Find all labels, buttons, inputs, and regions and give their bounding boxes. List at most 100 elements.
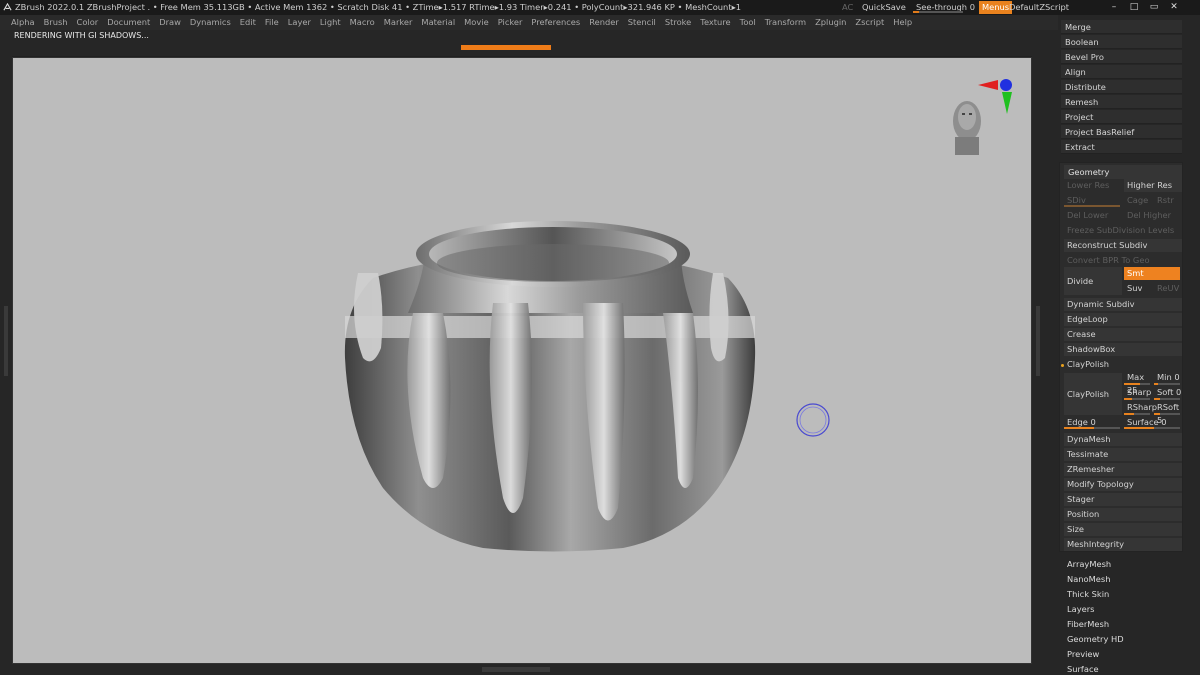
menu-movie[interactable]: Movie	[464, 15, 489, 30]
default-zscript-button[interactable]: DefaultZScript	[1009, 0, 1069, 15]
menu-render[interactable]: Render	[589, 15, 619, 30]
subpalette-nanomesh[interactable]: NanoMesh	[1067, 572, 1110, 586]
sharp-track[interactable]	[1124, 398, 1150, 400]
del-lower-button[interactable]: Del Lower	[1064, 209, 1122, 222]
dynamic-subdiv-button[interactable]: Dynamic Subdiv	[1064, 298, 1182, 311]
left-tray-handle[interactable]	[4, 306, 8, 376]
menu-tool[interactable]: Tool	[740, 15, 756, 30]
menu-color[interactable]: Color	[77, 15, 99, 30]
menu-brush[interactable]: Brush	[44, 15, 68, 30]
menu-file[interactable]: File	[265, 15, 279, 30]
subpalette-preview[interactable]: Preview	[1067, 647, 1099, 661]
menu-light[interactable]: Light	[320, 15, 341, 30]
tessimate-button[interactable]: Tessimate	[1064, 448, 1182, 461]
menu-zplugin[interactable]: Zplugin	[815, 15, 846, 30]
rstr-button[interactable]: Rstr	[1154, 194, 1182, 207]
menu-preferences[interactable]: Preferences	[531, 15, 580, 30]
max-track[interactable]	[1124, 383, 1150, 385]
menu-stroke[interactable]: Stroke	[665, 15, 691, 30]
project-basrelief-button[interactable]: Project BasRelief	[1061, 125, 1182, 139]
convert-bpr-button[interactable]: Convert BPR To Geo	[1064, 254, 1182, 267]
subpalette-layers[interactable]: Layers	[1067, 602, 1094, 616]
restore-icon[interactable]: ▭	[1146, 1, 1162, 14]
lower-res-button[interactable]: Lower Res	[1064, 179, 1122, 192]
higher-res-button[interactable]: Higher Res	[1124, 179, 1182, 192]
render-progress-bar	[461, 45, 551, 50]
menu-transform[interactable]: Transform	[765, 15, 806, 30]
sdiv-track[interactable]	[1064, 205, 1120, 207]
bottom-tray-handle[interactable]	[482, 667, 550, 672]
claypolish-button[interactable]: ClayPolish	[1064, 373, 1122, 415]
menu-texture[interactable]: Texture	[700, 15, 730, 30]
del-higher-button[interactable]: Del Higher	[1124, 209, 1182, 222]
soft-track[interactable]	[1154, 398, 1180, 400]
distribute-button[interactable]: Distribute	[1061, 80, 1182, 94]
right-tray-handle[interactable]	[1036, 306, 1040, 376]
menu-alpha[interactable]: Alpha	[11, 15, 35, 30]
claypolish-header[interactable]: ClayPolish	[1064, 358, 1182, 371]
menu-macro[interactable]: Macro	[350, 15, 375, 30]
shadowbox-button[interactable]: ShadowBox	[1064, 343, 1182, 356]
divide-button[interactable]: Divide	[1064, 267, 1122, 295]
bevel-pro-button[interactable]: Bevel Pro	[1061, 50, 1182, 64]
modify-topology-button[interactable]: Modify Topology	[1064, 478, 1182, 491]
menu-marker[interactable]: Marker	[384, 15, 413, 30]
close-icon[interactable]: ✕	[1166, 1, 1182, 14]
rsoft-track[interactable]	[1154, 413, 1180, 415]
suv-toggle[interactable]: Suv	[1124, 282, 1152, 295]
geometry-title[interactable]: Geometry	[1064, 165, 1182, 179]
menu-help[interactable]: Help	[893, 15, 912, 30]
sculpt-canvas[interactable]	[13, 58, 1032, 664]
menu-picker[interactable]: Picker	[498, 15, 523, 30]
menu-draw[interactable]: Draw	[159, 15, 181, 30]
merge-button[interactable]: Merge	[1061, 20, 1182, 34]
freeze-subdivision-button[interactable]: Freeze SubDivision Levels	[1064, 224, 1182, 237]
smt-toggle[interactable]: Smt	[1124, 267, 1180, 280]
rsharp-track[interactable]	[1124, 413, 1150, 415]
boolean-button[interactable]: Boolean	[1061, 35, 1182, 49]
crease-button[interactable]: Crease	[1064, 328, 1182, 341]
geometry-subpalette: Geometry Lower Res Higher Res SDiv Cage …	[1059, 162, 1183, 552]
menu-stencil[interactable]: Stencil	[628, 15, 656, 30]
edge-track[interactable]	[1064, 427, 1120, 429]
minimize-icon[interactable]: –	[1106, 1, 1122, 14]
min-track[interactable]	[1154, 383, 1180, 385]
subpalette-arraymesh[interactable]: ArrayMesh	[1067, 557, 1111, 571]
surface-track[interactable]	[1124, 427, 1180, 429]
remesh-button[interactable]: Remesh	[1061, 95, 1182, 109]
menu-material[interactable]: Material	[421, 15, 455, 30]
subpalette-surface[interactable]: Surface	[1067, 662, 1099, 675]
zremesher-button[interactable]: ZRemesher	[1064, 463, 1182, 476]
extract-button[interactable]: Extract	[1061, 140, 1182, 154]
navigation-head-icon	[953, 101, 981, 155]
project-button[interactable]: Project	[1061, 110, 1182, 124]
dynamesh-button[interactable]: DynaMesh	[1064, 433, 1182, 446]
stager-button[interactable]: Stager	[1064, 493, 1182, 506]
subpalette-fibermesh[interactable]: FiberMesh	[1067, 617, 1109, 631]
subpalette-geometry-hd[interactable]: Geometry HD	[1067, 632, 1124, 646]
maximize-icon[interactable]: □	[1126, 1, 1142, 14]
subpalette-thick-skin[interactable]: Thick Skin	[1067, 587, 1109, 601]
reconstruct-subdiv-button[interactable]: Reconstruct Subdiv	[1064, 239, 1182, 252]
see-through-track[interactable]	[913, 11, 963, 13]
menu-edit[interactable]: Edit	[240, 15, 256, 30]
menu-dynamics[interactable]: Dynamics	[190, 15, 231, 30]
menu-layer[interactable]: Layer	[288, 15, 311, 30]
align-button[interactable]: Align	[1061, 65, 1182, 79]
menus-button[interactable]: Menus	[979, 1, 1013, 14]
menu-zscript[interactable]: Zscript	[855, 15, 884, 30]
quicksave-button[interactable]: QuickSave	[862, 0, 906, 15]
cage-button[interactable]: Cage	[1124, 194, 1152, 207]
tool-palette: Merge Boolean Bevel Pro Align Distribute Reme…	[1058, 15, 1200, 675]
meshintegrity-button[interactable]: MeshIntegrity	[1064, 538, 1182, 551]
axis-gizmo-icon	[978, 79, 1012, 114]
menu-document[interactable]: Document	[107, 15, 150, 30]
ac-button[interactable]: AC	[842, 0, 853, 15]
size-button[interactable]: Size	[1064, 523, 1182, 536]
canvas-viewport[interactable]	[12, 57, 1032, 664]
edgeloop-button[interactable]: EdgeLoop	[1064, 313, 1182, 326]
reuv-toggle[interactable]: ReUV	[1154, 282, 1182, 295]
title-bar: ZBrush 2022.0.1 ZBrushProject . • Free M…	[0, 0, 1200, 15]
menu-bar: Alpha Brush Color Document Draw Dynamics Edit F…	[0, 15, 1058, 30]
position-button[interactable]: Position	[1064, 508, 1182, 521]
